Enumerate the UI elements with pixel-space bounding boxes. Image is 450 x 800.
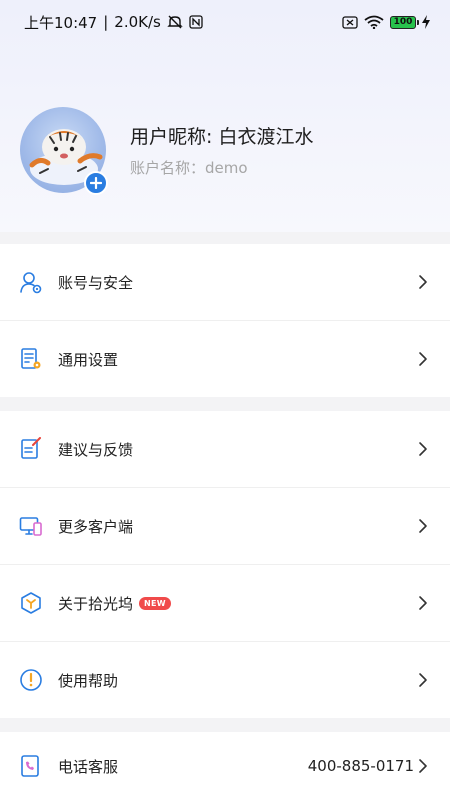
menu-label-phone-service: 电话客服 bbox=[58, 757, 119, 776]
battery-icon: 100 bbox=[390, 15, 419, 29]
settings-document-icon bbox=[18, 346, 44, 372]
user-security-icon bbox=[18, 269, 44, 295]
chevron-right-icon bbox=[418, 274, 430, 290]
menu-label-more-clients: 更多客户端 bbox=[58, 517, 134, 536]
about-label-text: 关于拾光坞 bbox=[58, 594, 134, 613]
phone-number: 400-885-0171 bbox=[307, 757, 414, 775]
account-name: 账户名称：demo bbox=[130, 159, 248, 177]
menu-item-help[interactable]: 使用帮助 bbox=[0, 642, 450, 718]
devices-icon bbox=[18, 513, 44, 539]
charging-icon bbox=[422, 15, 430, 29]
user-nickname: 用户昵称: 白衣渡江水 bbox=[130, 126, 314, 148]
menu-label-help: 使用帮助 bbox=[58, 671, 119, 690]
section-gap bbox=[0, 232, 450, 244]
menu-item-phone-service[interactable]: 电话客服 400-885-0171 bbox=[0, 732, 450, 800]
phone-book-icon bbox=[18, 753, 44, 779]
menu-item-account-security[interactable]: 账号与安全 bbox=[0, 244, 450, 320]
status-separator: | bbox=[103, 13, 109, 31]
feedback-icon bbox=[18, 436, 44, 462]
profile-section: 用户昵称: 白衣渡江水 账户名称：demo bbox=[20, 107, 313, 195]
menu-label-account-security: 账号与安全 bbox=[58, 273, 134, 292]
nfc-icon bbox=[189, 15, 203, 29]
chevron-right-icon bbox=[418, 595, 430, 611]
plus-icon bbox=[90, 177, 102, 189]
menu-item-more-clients[interactable]: 更多客户端 bbox=[0, 488, 450, 564]
section-gap bbox=[0, 718, 450, 732]
new-badge: NEW bbox=[139, 596, 171, 610]
menu-item-general-settings[interactable]: 通用设置 bbox=[0, 321, 450, 397]
profile-info: 用户昵称: 白衣渡江水 账户名称：demo bbox=[130, 122, 313, 178]
chevron-right-icon bbox=[418, 518, 430, 534]
help-icon bbox=[18, 667, 44, 693]
battery-level: 100 bbox=[393, 17, 413, 27]
network-speed: 2.0K/s bbox=[114, 13, 161, 31]
chevron-right-icon bbox=[418, 758, 430, 774]
chevron-right-icon bbox=[418, 351, 430, 367]
chevron-right-icon bbox=[418, 441, 430, 457]
status-bar: 上午10:47 | 2.0K/s 100 bbox=[0, 0, 450, 44]
chevron-right-icon bbox=[418, 672, 430, 688]
avatar[interactable] bbox=[20, 107, 108, 195]
section-gap bbox=[0, 397, 450, 411]
menu-item-about[interactable]: 关于拾光坞 NEW bbox=[0, 565, 450, 641]
status-time: 上午10:47 bbox=[24, 13, 98, 32]
menu-label-feedback: 建议与反馈 bbox=[58, 440, 134, 459]
sim-disabled-icon bbox=[342, 15, 358, 29]
add-avatar-button[interactable] bbox=[84, 171, 108, 195]
menu-label-general-settings: 通用设置 bbox=[58, 350, 119, 369]
menu-item-feedback[interactable]: 建议与反馈 bbox=[0, 411, 450, 487]
wifi-icon bbox=[364, 15, 384, 29]
mute-icon bbox=[167, 14, 183, 30]
menu-label-about: 关于拾光坞 NEW bbox=[58, 593, 418, 614]
cube-icon bbox=[18, 590, 44, 616]
